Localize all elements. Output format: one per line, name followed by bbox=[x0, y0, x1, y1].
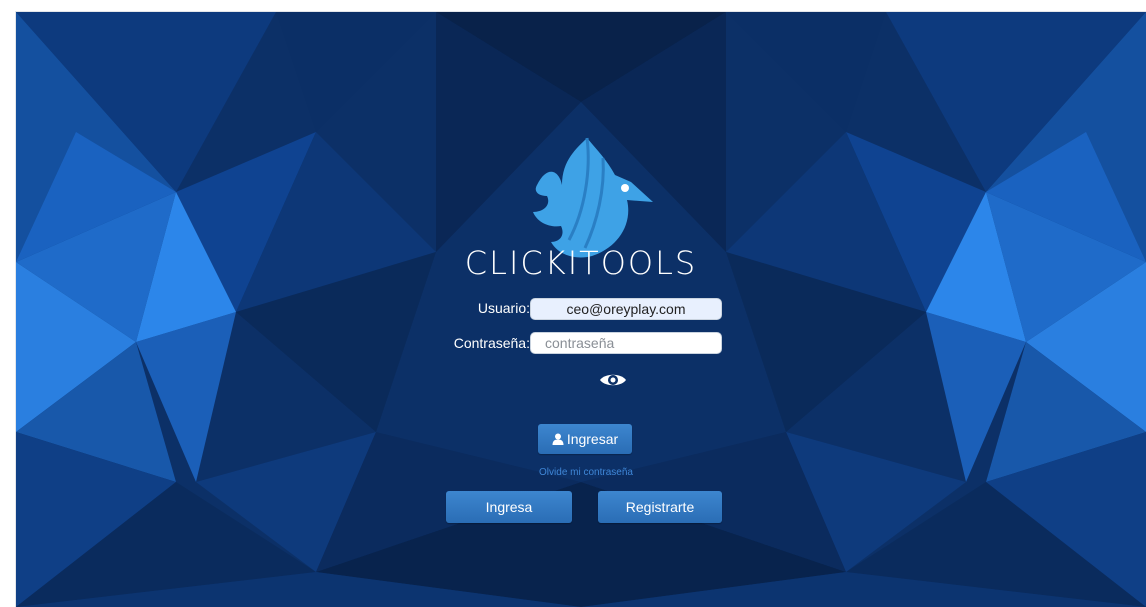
registrarte-button[interactable]: Registrarte bbox=[598, 491, 722, 523]
user-icon bbox=[552, 433, 564, 445]
username-input[interactable]: ceo@oreyplay.com bbox=[530, 298, 722, 320]
login-panel: CLICKITOOLS Usuario: ceo@oreyplay.com Co… bbox=[16, 12, 1146, 607]
password-input[interactable]: contraseña bbox=[530, 332, 722, 354]
ingresar-button[interactable]: Ingresar bbox=[538, 424, 632, 454]
password-label: Contraseña: bbox=[453, 335, 530, 351]
forgot-password-link[interactable]: Olvide mi contraseña bbox=[506, 467, 666, 478]
ingresar-label: Ingresar bbox=[566, 431, 619, 447]
username-label: Usuario: bbox=[477, 300, 530, 316]
ingresa-button[interactable]: Ingresa bbox=[446, 491, 572, 523]
login-window: CLICKITOOLS Usuario: ceo@oreyplay.com Co… bbox=[16, 12, 1146, 607]
eye-icon[interactable] bbox=[598, 370, 628, 390]
brand-name: CLICKITOOLS bbox=[464, 244, 698, 282]
